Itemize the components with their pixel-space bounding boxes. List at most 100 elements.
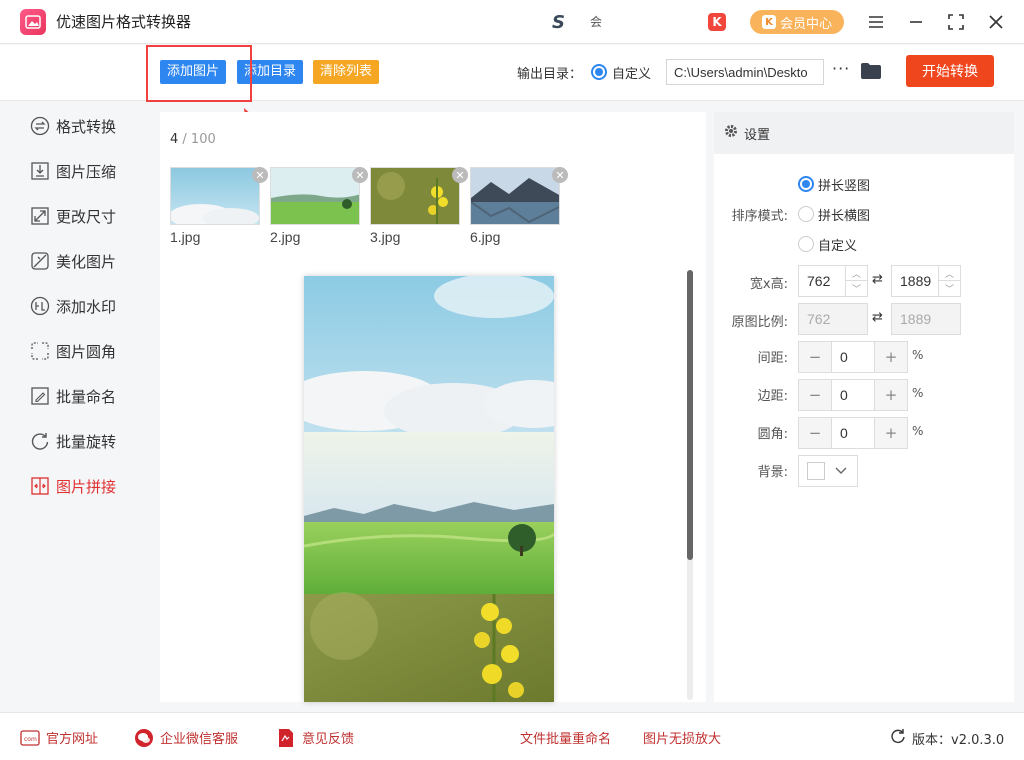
image-yellow-flowers xyxy=(371,168,459,224)
ratio-width-input: 762 xyxy=(798,303,868,335)
brand-s-text: 会 xyxy=(590,15,603,29)
sidebar-item-beautify[interactable]: 美化图片 xyxy=(30,249,116,273)
image-mountain-lake xyxy=(471,168,559,224)
sidebar-item-label: 图片拼接 xyxy=(56,477,117,496)
footer-website-link[interactable]: com 官方网址 xyxy=(20,728,98,747)
margin-increment-button[interactable]: + xyxy=(875,380,907,410)
vip-k-icon: K xyxy=(761,15,776,29)
more-options-button[interactable]: ··· xyxy=(832,59,850,78)
margin-value[interactable]: 0 xyxy=(831,380,875,410)
margin-stepper[interactable]: − 0 + xyxy=(798,379,908,411)
sidebar-item-label: 图片压缩 xyxy=(56,162,117,181)
footer-batch-rename-link[interactable]: 文件批量重命名 xyxy=(520,728,611,747)
radius-decrement-button[interactable]: − xyxy=(799,418,831,448)
sidebar-item-rotate[interactable]: 批量旋转 xyxy=(30,429,116,453)
spacing-value[interactable]: 0 xyxy=(831,342,875,372)
start-convert-button[interactable]: 开始转换 xyxy=(906,55,994,87)
thumbnail-name: 6.jpg xyxy=(470,229,501,245)
swap-dimensions-icon[interactable]: ⇄ xyxy=(872,272,883,287)
radius-value[interactable]: 0 xyxy=(831,418,875,448)
compress-icon xyxy=(30,161,50,181)
title-bar: 优速图片格式转换器 S 会 K K 会员中心 xyxy=(0,0,1024,44)
thumbnail-1[interactable] xyxy=(170,167,260,225)
sidebar-item-stitch[interactable]: 图片拼接 xyxy=(30,474,116,498)
k-app-icon[interactable]: K xyxy=(708,13,726,31)
format-convert-icon xyxy=(30,116,50,136)
feedback-icon xyxy=(276,728,296,747)
rotate-icon xyxy=(30,431,50,451)
footer-feedback-link[interactable]: 意见反馈 xyxy=(276,728,354,747)
minimize-icon[interactable] xyxy=(904,10,928,34)
stitch-icon xyxy=(30,476,50,496)
sidebar-item-resize[interactable]: 更改尺寸 xyxy=(30,204,116,228)
spacing-decrement-button[interactable]: − xyxy=(799,342,831,372)
wechat-icon xyxy=(134,728,154,747)
vip-center-button[interactable]: K 会员中心 xyxy=(750,10,844,34)
maximize-icon[interactable] xyxy=(944,10,968,34)
annotation-highlight-box xyxy=(146,45,252,102)
width-spinner[interactable]: ︿ ﹀ xyxy=(845,266,867,296)
margin-decrement-button[interactable]: − xyxy=(799,380,831,410)
close-icon[interactable] xyxy=(984,10,1008,34)
preview-scrollbar-thumb[interactable] xyxy=(687,270,693,560)
menu-icon[interactable] xyxy=(864,10,888,34)
radius-increment-button[interactable]: + xyxy=(875,418,907,448)
refresh-icon xyxy=(890,728,906,748)
sidebar-item-label: 图片圆角 xyxy=(56,342,117,361)
ratio-label: 原图比例: xyxy=(731,315,788,330)
version-info[interactable]: 版本：v2.0.3.0 xyxy=(890,728,1004,748)
thumbnail-2[interactable] xyxy=(270,167,360,225)
sort-horizontal-radio[interactable] xyxy=(798,206,814,222)
svg-text:com: com xyxy=(24,736,37,743)
brand-s-icon: S xyxy=(552,12,565,33)
sort-option-label: 拼长竖图 xyxy=(818,179,871,194)
folder-icon[interactable] xyxy=(860,62,882,80)
vip-center-label: 会员中心 xyxy=(779,16,832,32)
clear-list-button[interactable]: 清除列表 xyxy=(313,60,380,84)
file-count-total: / 100 xyxy=(182,132,216,147)
stitch-preview xyxy=(304,276,554,702)
footer: com 官方网址 企业微信客服 意见反馈 文件批量重命名 图片无损放大 版本：v… xyxy=(0,712,1024,760)
spacing-stepper[interactable]: − 0 + xyxy=(798,341,908,373)
sort-vertical-radio[interactable] xyxy=(798,176,814,192)
sidebar-item-rename[interactable]: 批量命名 xyxy=(30,384,116,408)
sidebar-item-compress[interactable]: 图片压缩 xyxy=(30,159,116,183)
output-dir-label: 输出目录： xyxy=(517,67,583,82)
sidebar-item-format-convert[interactable]: 格式转换 xyxy=(30,114,116,138)
sidebar-item-watermark[interactable]: 添加水印 xyxy=(30,294,116,318)
spacing-increment-button[interactable]: + xyxy=(875,342,907,372)
file-count-current: 4 xyxy=(170,132,179,147)
remove-thumbnail-3-icon[interactable]: ✕ xyxy=(452,167,468,183)
sidebar-item-label: 更改尺寸 xyxy=(56,207,117,226)
remove-thumbnail-2-icon[interactable]: ✕ xyxy=(352,167,368,183)
ratio-width-value: 762 xyxy=(807,311,831,327)
footer-upscale-link[interactable]: 图片无损放大 xyxy=(643,728,721,747)
footer-wechat-link[interactable]: 企业微信客服 xyxy=(134,728,238,747)
height-spinner[interactable]: ︿ ﹀ xyxy=(938,266,960,296)
sidebar-item-label: 添加水印 xyxy=(56,297,117,316)
footer-upscale-label: 图片无损放大 xyxy=(643,732,722,747)
file-count: 4 / 100 xyxy=(170,132,216,147)
sort-option-label: 拼长横图 xyxy=(818,209,871,224)
radius-stepper[interactable]: − 0 + xyxy=(798,417,908,449)
width-input[interactable]: 762 ︿ ﹀ xyxy=(798,265,868,297)
website-icon: com xyxy=(20,729,40,747)
height-input[interactable]: 1889 ︿ ﹀ xyxy=(891,265,961,297)
settings-title: 设置 xyxy=(744,127,771,143)
thumbnail-6[interactable] xyxy=(470,167,560,225)
thumbnail-3[interactable] xyxy=(370,167,460,225)
footer-feedback-label: 意见反馈 xyxy=(302,732,355,747)
beautify-icon xyxy=(30,251,50,271)
sort-custom-radio[interactable] xyxy=(798,236,814,252)
settings-panel: 设置 拼长竖图 排序模式: 拼长横图 自定义 宽x高: 762 ︿ ﹀ ⇄ 188… xyxy=(714,112,1014,702)
watermark-icon xyxy=(30,296,50,316)
remove-thumbnail-1-icon[interactable]: ✕ xyxy=(252,167,268,183)
sidebar: 格式转换 图片压缩 更改尺寸 美化图片 添加水印 图片圆角 批量命名 批量旋转 … xyxy=(0,102,150,712)
output-custom-radio[interactable] xyxy=(591,64,607,80)
background-color-picker[interactable] xyxy=(798,455,858,487)
round-corner-icon xyxy=(30,341,50,361)
footer-website-label: 官方网址 xyxy=(46,732,99,747)
output-path-input[interactable] xyxy=(666,59,824,85)
remove-thumbnail-6-icon[interactable]: ✕ xyxy=(552,167,568,183)
sidebar-item-round-corner[interactable]: 图片圆角 xyxy=(30,339,116,363)
